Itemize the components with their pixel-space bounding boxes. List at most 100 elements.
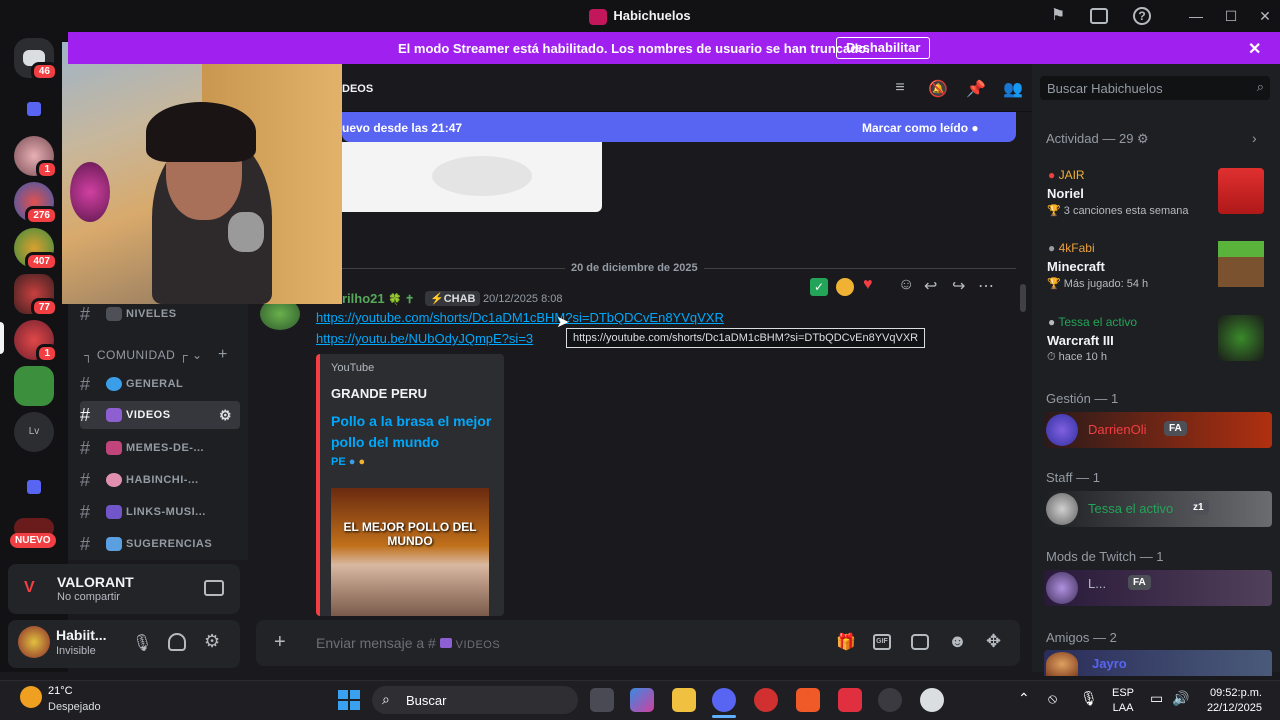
search-icon: ⌕ [1256,79,1264,94]
gif-icon[interactable]: GIF [873,634,891,650]
image-attachment[interactable] [342,142,602,212]
weather-desc[interactable]: Despejado [48,701,101,713]
embed-author[interactable]: GRANDE PERU [331,386,427,401]
gift-icon[interactable]: 🎁 [836,632,856,652]
folder-icon-2[interactable] [27,480,41,494]
close-banner-icon[interactable]: ✕ [1248,39,1261,59]
headphones-icon[interactable] [168,633,186,651]
activity-card[interactable]: ● Tessa el activo Warcraft III ⏱ hace 10… [1040,311,1272,375]
mute-icon[interactable]: 🔕 [928,79,948,99]
tray-chevron-icon[interactable]: ⌃ [1018,690,1030,707]
group-header: Staff — 1 [1046,470,1100,485]
user-settings-icon[interactable]: ⚙ [204,631,220,652]
message-link-1[interactable]: https://youtube.com/shorts/Dc1aDM1cBHM?s… [316,310,724,325]
check-reaction-icon[interactable]: ✓ [810,278,828,296]
channel-memes[interactable]: # MEMES-DE-... [80,434,240,462]
embed-title[interactable]: Pollo a la brasa el mejor pollo del mund… [331,411,501,453]
laugh-reaction-icon[interactable] [836,278,854,296]
activity-card[interactable]: ● 4kFabi Minecraft 🏆 Más jugado: 54 h [1040,237,1272,301]
channel-habinchi[interactable]: # HABINCHI-... [80,466,240,494]
volume-icon[interactable]: 🔊 [1172,690,1189,707]
minimize-button[interactable]: — [1186,6,1206,26]
banner-text: El modo Streamer está habilitado. Los no… [398,41,870,56]
message-composer[interactable]: + Enviar mensaje a # VIDEOS 🎁 GIF ☻ ✥ [256,620,1020,666]
server-icon-7[interactable]: Lv [14,412,54,452]
windows-start-icon[interactable] [338,690,360,710]
heart-reaction-icon[interactable]: ♥ [863,276,873,294]
server-icon-3[interactable]: 407 [14,228,58,271]
avatar[interactable] [18,626,50,658]
discord-taskbar-icon[interactable] [712,688,736,712]
channel-links-music[interactable]: # LINKS-MUSI... [80,498,240,526]
apps-icon[interactable]: ✥ [986,631,1001,652]
video-thumbnail[interactable]: EL MEJOR POLLO DEL MUNDO [331,488,489,616]
emoji-icon[interactable]: ☻ [948,631,967,652]
search-input[interactable]: Buscar Habichuelos ⌕ [1040,76,1270,100]
mic-tray-icon[interactable]: 🎙 [1080,690,1098,707]
app-icon-red[interactable] [754,688,778,712]
server-icon-habichuelos[interactable]: 1 [14,320,58,363]
mark-read-button[interactable]: Marcar como leído ● [862,121,979,135]
close-window-button[interactable]: ✕ [1255,6,1275,26]
copilot-icon[interactable] [630,688,654,712]
category-comunidad[interactable]: ┐ COMUNIDAD ┌ ⌄ [84,348,203,362]
threads-icon[interactable]: ≡ [890,79,910,99]
folder-icon[interactable] [27,102,41,116]
sticker-icon[interactable] [911,634,929,650]
weather-temp[interactable]: 21°C [48,685,73,697]
channel-sugerencias[interactable]: # SUGERENCIAS [80,530,240,558]
member-row[interactable]: L... FA [1044,570,1272,606]
brave-icon[interactable] [796,688,820,712]
taskbar-search[interactable]: ⌕ Buscar [372,686,578,714]
task-view-icon[interactable] [590,688,614,712]
app-icon-check[interactable] [838,688,862,712]
disable-streamer-button[interactable]: Deshabilitar [836,37,931,59]
message-hover-toolbar: ✓ ♥ ☺ ↩ ↪ ⋯ [806,274,1002,300]
member-row[interactable]: Tessa el activo z1 [1044,491,1272,527]
more-icon[interactable]: ⋯ [978,276,994,296]
obs-icon[interactable] [878,688,902,712]
network-off-icon[interactable]: ⦸ [1048,690,1057,707]
member-row[interactable]: DarrienOli FA [1044,412,1272,448]
activity-card[interactable]: ● JAIR Noriel 🏆 3 canciones esta semana [1040,164,1272,228]
reply-icon[interactable]: ↩ [924,276,937,296]
member-list-icon[interactable]: 👥 [1003,79,1023,99]
pin-icon[interactable]: 📌 [966,79,986,99]
language-indicator[interactable]: ESP LAA [1112,686,1134,716]
file-explorer-icon[interactable] [672,688,696,712]
member-row[interactable]: Jayro [1044,650,1272,676]
attach-plus-icon[interactable]: + [274,631,286,654]
forward-icon[interactable]: ↪ [952,276,965,296]
channel-videos[interactable]: # VIDEOS ⚙ [80,401,240,429]
help-icon[interactable]: ? [1133,7,1151,25]
add-reaction-icon[interactable]: ☺ [898,276,914,294]
server-icon-4[interactable]: 77 [14,274,58,317]
app-icon-circle[interactable] [920,688,944,712]
activity-header[interactable]: Actividad — 29 ⚙ [1046,131,1149,147]
server-icon-1[interactable]: 1 [14,136,58,179]
channel-general[interactable]: # GENERAL [80,370,240,398]
screen-share-icon[interactable] [204,580,224,596]
composer-placeholder[interactable]: Enviar mensaje a # VIDEOS [316,635,500,651]
inbox-icon[interactable] [1090,8,1108,24]
chat-scrollbar[interactable] [1020,284,1026,312]
chevron-right-icon[interactable]: › [1252,130,1257,146]
discord-home-icon[interactable]: 46 [14,38,58,81]
server-icon-2[interactable]: 276 [14,182,58,225]
channel-niveles[interactable]: # NIVELES [80,300,240,328]
server-icon-6[interactable] [14,366,54,406]
clock[interactable]: 09:52:p.m. 22/12/2025 [1196,686,1262,716]
user-panel: Habiit... Invisible 🎙 ⚙ [8,620,240,668]
embed-provider[interactable]: YouTube [331,362,374,374]
message-author[interactable]: rilho21 🍀 ✝ [342,291,414,306]
new-messages-bar[interactable]: uevo desde las 21:47 Marcar como leído ● [342,112,1016,142]
microphone-icon[interactable]: 🎙 [132,633,152,653]
add-channel-icon[interactable]: + [218,346,227,364]
flag-icon[interactable]: ⚑ [1048,6,1068,26]
maximize-button[interactable]: ☐ [1221,6,1241,26]
monitor-icon[interactable]: ▭ [1150,690,1163,707]
link-tooltip: https://youtube.com/shorts/Dc1aDM1cBHM?s… [566,328,926,348]
settings-icon[interactable]: ⚙ [219,401,232,429]
message-link-2[interactable]: https://youtu.be/NUbOdyJQmpE?si=3 [316,331,533,346]
music-icon [106,505,122,520]
